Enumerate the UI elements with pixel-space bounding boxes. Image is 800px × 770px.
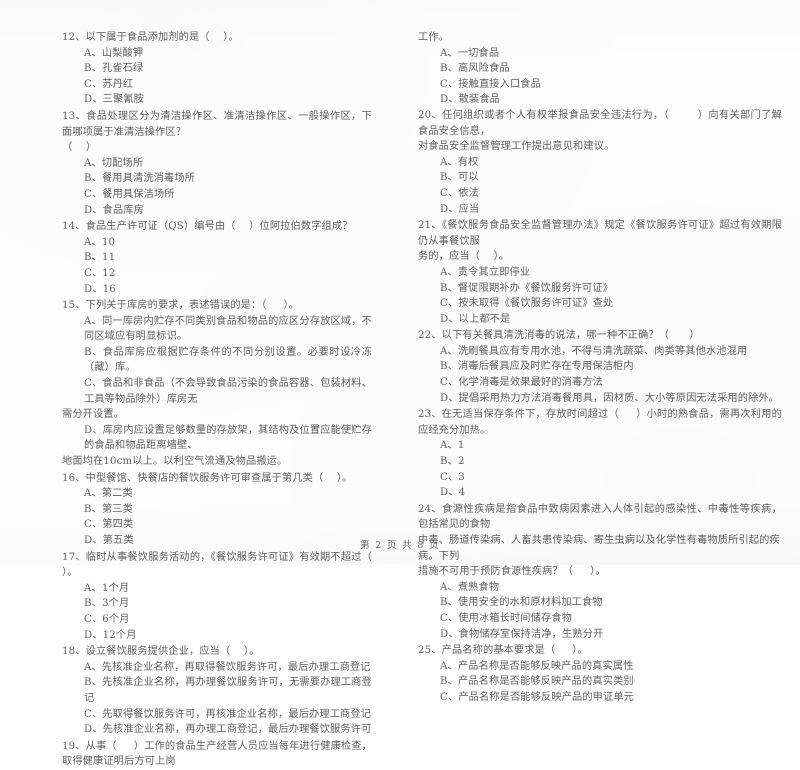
question-22-option-d: D、提倡采用热力方法消毒餐用具，因材质、大小等原因无法采用的除外。 xyxy=(440,392,780,404)
question-20-option-a: A、有权 xyxy=(440,156,479,168)
question-21-stem: 21、《餐饮服务食品安全监督管理办法》规定《餐饮服务许可证》超过有效期限仍从事餐… xyxy=(418,220,782,247)
question-21-option-a: A、责令其立即停业 xyxy=(440,266,531,278)
question-22-option-b: B、消毒后餐具应及时贮存在专用保洁柜内 xyxy=(440,361,634,373)
question-12-stem: 12、以下属于食品添加剂的是（ ）。 xyxy=(62,32,239,43)
question-19-stem: 19、从事（ ）工作的食品生产经营人员应当每年进行健康检查，取得健康证明后方可上… xyxy=(62,740,372,768)
question-21-option-b: B、督促限期补办《餐饮服务许可证》 xyxy=(440,282,614,294)
question-13-option-b: B、餐用具清洗消毒场所 xyxy=(84,173,196,185)
question-14-option-d: D、16 xyxy=(84,283,116,295)
question-25-option-a: A、产品名称是否能够反映产品的真实属性 xyxy=(440,660,634,672)
question-22-option-c: C、化学消毒是效果最好的消毒方法 xyxy=(440,377,604,389)
question-23: 23、在无适当保存条件下，存放时间超过（ ）小时的熟食品，需再次利用的应经充分加… xyxy=(418,407,782,501)
question-18-option-c: C、先取得餐饮服务许可，再核准企业名称，最后办理工商登记 xyxy=(84,708,372,720)
question-21-stem-cont: 务的，应当（ ）。 xyxy=(418,251,510,263)
question-13-stem-cont: （ ） xyxy=(62,142,97,154)
question-14-stem: 14、食品生产许可证（QS）编号由（ ）位阿拉伯数字组成？ xyxy=(62,221,353,233)
question-18-stem: 18、设立餐饮服务提供企业，应当（ ）。 xyxy=(62,646,260,658)
question-21-option-c: C、按未取得《餐饮服务许可证》查处 xyxy=(440,298,614,310)
question-23-option-b: B、2 xyxy=(440,456,465,468)
question-23-option-d: D、4 xyxy=(440,487,466,499)
question-15-option-d-cont: 地面均在10cm以上。以利空气流通及物品搬运。 xyxy=(62,456,288,468)
question-12-option-b: B、孔雀石绿 xyxy=(84,63,144,75)
question-19: 19、从事（ ）工作的食品生产经营人员应当每年进行健康检查，取得健康证明后方可上… xyxy=(62,739,372,770)
question-20-stem: 20、任何组织或者个人有权举报食品安全违法行为，（ ）向有关部门了解食品安全信息… xyxy=(418,109,782,137)
question-17-option-d: D、12个月 xyxy=(84,629,137,641)
question-25-option-b: B、产品名称是否能够反映产品的真实类别 xyxy=(440,676,634,688)
question-25-option-c: C、产品名称是否能够反映产品的申证单元 xyxy=(440,691,635,703)
question-19-stem-carryover: 工作。 xyxy=(418,32,450,43)
question-22: 22、以下有关餐具清洗消毒的说法，哪一种不正确？（ ） A、洗刷餐具应有专用水池… xyxy=(418,328,782,406)
question-18-option-a: A、先核准企业名称，再取得餐饮服务许可，最后办理工商登记 xyxy=(84,661,371,673)
question-24-option-d: D、食物储存室保持洁净，生熟分开 xyxy=(440,628,604,640)
question-20-option-b: B、可以 xyxy=(440,172,479,184)
question-24-option-c: C、使用冰箱长时间储存食物 xyxy=(440,612,572,624)
question-17-stem: 17、临时从事餐饮服务活动的，《餐饮服务许可证》有效期不超过（ ）。 xyxy=(62,551,386,579)
question-25-stem: 25、产品名称的基本要求是（ ）。 xyxy=(418,645,588,657)
page-footer: 第 2 页 共 8 页 xyxy=(360,540,440,551)
question-22-option-a: A、洗刷餐具应有专用水池，不得与清洗蔬菜、肉类等其他水池混用 xyxy=(440,345,748,357)
question-23-stem: 23、在无适当保存条件下，存放时间超过（ ）小时的熟食品，需再次利用的应经充分加… xyxy=(418,409,782,436)
question-15-option-d: D、库房内应设置足够数量的存放架，其结构及位置应能使贮存的食品和物品距离墙壁、 xyxy=(84,424,372,452)
question-18-option-b: B、先核准企业名称，再办理餐饮服务许可，无需要办理工商登记 xyxy=(84,677,372,704)
question-24-stem-cont2: 措施不可用于预防食源性疾病？（ ）。 xyxy=(418,566,606,578)
question-12-option-a: A、山梨酸钾 xyxy=(84,47,144,59)
question-15-stem: 15、下列关于库房的要求，表述错误的是：（ ）。 xyxy=(62,300,300,312)
question-24-stem: 24、食源性疾病是指食品中致病因素进入人体引起的感染性、中毒性等疾病，包括常见的… xyxy=(418,503,782,531)
question-17-option-b: B、3个月 xyxy=(84,598,130,610)
question-13-option-a: A、切配场所 xyxy=(84,157,144,169)
question-12: 12、以下属于食品添加剂的是（ ）。 A、山梨酸钾 B、孔雀石绿 C、苏丹红 D… xyxy=(62,30,372,108)
left-column: 12、以下属于食品添加剂的是（ ）。 A、山梨酸钾 B、孔雀石绿 C、苏丹红 D… xyxy=(0,30,400,767)
question-15-option-a: A、同一库房内贮存不同类别食品和物品的应区分存放区域，不同区域应有明显标识。 xyxy=(84,315,372,343)
question-12-option-c: C、苏丹红 xyxy=(84,78,134,90)
question-18: 18、设立餐饮服务提供企业，应当（ ）。 A、先核准企业名称，再取得餐饮服务许可… xyxy=(62,644,372,738)
question-14-option-b: B、11 xyxy=(84,252,116,264)
question-14-option-a: A、10 xyxy=(84,236,116,248)
question-16-stem: 16、中型餐馆、快餐店的餐饮服务许可审查属于第几类（ ）。 xyxy=(62,472,353,484)
question-18-option-d: D、先核准企业名称，再办理工商登记，最后办理餐饮服务许可 xyxy=(84,724,372,736)
question-19-option-a: A、一切食品 xyxy=(440,47,500,59)
question-13-stem: 13、食品处理区分为清洁操作区、准清洁操作区、一般操作区，下面哪项属于准清洁操作… xyxy=(62,110,372,138)
question-17: 17、临时从事餐饮服务活动的，《餐饮服务许可证》有效期不超过（ ）。 A、1个月… xyxy=(62,550,372,644)
exam-page: 12、以下属于食品添加剂的是（ ）。 A、山梨酸钾 B、孔雀石绿 C、苏丹红 D… xyxy=(0,0,800,767)
question-24-option-a: A、煮熟食物 xyxy=(440,581,500,593)
question-16-option-b: B、第三类 xyxy=(84,503,133,515)
question-20: 20、任何组织或者个人有权举报食品安全违法行为，（ ）向有关部门了解食品安全信息… xyxy=(418,108,782,217)
question-14: 14、食品生产许可证（QS）编号由（ ）位阿拉伯数字组成？ A、10 B、11 … xyxy=(62,219,372,297)
question-16-option-a: A、第二类 xyxy=(84,488,133,500)
question-15-option-c-cont: 需分开设置。 xyxy=(62,409,125,421)
question-13: 13、食品处理区分为清洁操作区、准清洁操作区、一般操作区，下面哪项属于准清洁操作… xyxy=(62,109,372,218)
question-24: 24、食源性疾病是指食品中致病因素进入人体引起的感染性、中毒性等疾病，包括常见的… xyxy=(418,502,782,642)
question-23-option-c: C、3 xyxy=(440,471,465,483)
question-13-option-d: D、食品库房 xyxy=(84,204,145,216)
question-22-stem: 22、以下有关餐具清洗消毒的说法，哪一种不正确？（ ） xyxy=(418,330,700,342)
question-21-option-d: D、以上都不是 xyxy=(440,313,511,325)
question-16-option-c: C、第四类 xyxy=(84,519,134,531)
question-23-option-a: A、1 xyxy=(440,440,465,452)
question-19-option-d: D、散装食品 xyxy=(440,94,501,106)
question-15-option-b: B、食品库房应根据贮存条件的不同分别设置。必要时设冷冻（藏）库。 xyxy=(84,346,372,374)
question-20-option-c: C、依法 xyxy=(440,187,479,199)
question-20-stem-cont: 对食品安全监督管理工作提出意见和建议。 xyxy=(418,141,615,153)
question-19-option-c: C、接触直接入口食品 xyxy=(440,78,541,90)
question-19-option-b: B、高风险食品 xyxy=(440,63,510,75)
question-15: 15、下列关于库房的要求，表述错误的是：（ ）。 A、同一库房内贮存不同类别食品… xyxy=(62,298,372,470)
question-21: 21、《餐饮服务食品安全监督管理办法》规定《餐饮服务许可证》超过有效期限仍从事餐… xyxy=(418,218,782,327)
question-12-option-d: D、三聚氰胺 xyxy=(84,94,145,106)
right-column: 工作。 A、一切食品 B、高风险食品 C、接触直接入口食品 D、散装食品 20、… xyxy=(400,30,800,703)
two-column-body: 12、以下属于食品添加剂的是（ ）。 A、山梨酸钾 B、孔雀石绿 C、苏丹红 D… xyxy=(0,30,800,767)
question-20-option-d: D、应当 xyxy=(440,203,480,215)
question-15-option-c: C、食品和非食品（不会导致食品污染的食品容器、包装材料、工具等物品除外）库房无 xyxy=(84,378,372,405)
question-13-option-c: C、餐用具保洁场所 xyxy=(84,188,175,200)
question-14-option-c: C、12 xyxy=(84,267,116,279)
question-25: 25、产品名称的基本要求是（ ）。 A、产品名称是否能够反映产品的真实属性 B、… xyxy=(418,643,782,705)
question-17-option-c: C、6个月 xyxy=(84,613,130,625)
question-24-option-b: B、使用安全的水和原材料加工食物 xyxy=(440,597,603,609)
question-17-option-a: A、1个月 xyxy=(84,582,130,594)
